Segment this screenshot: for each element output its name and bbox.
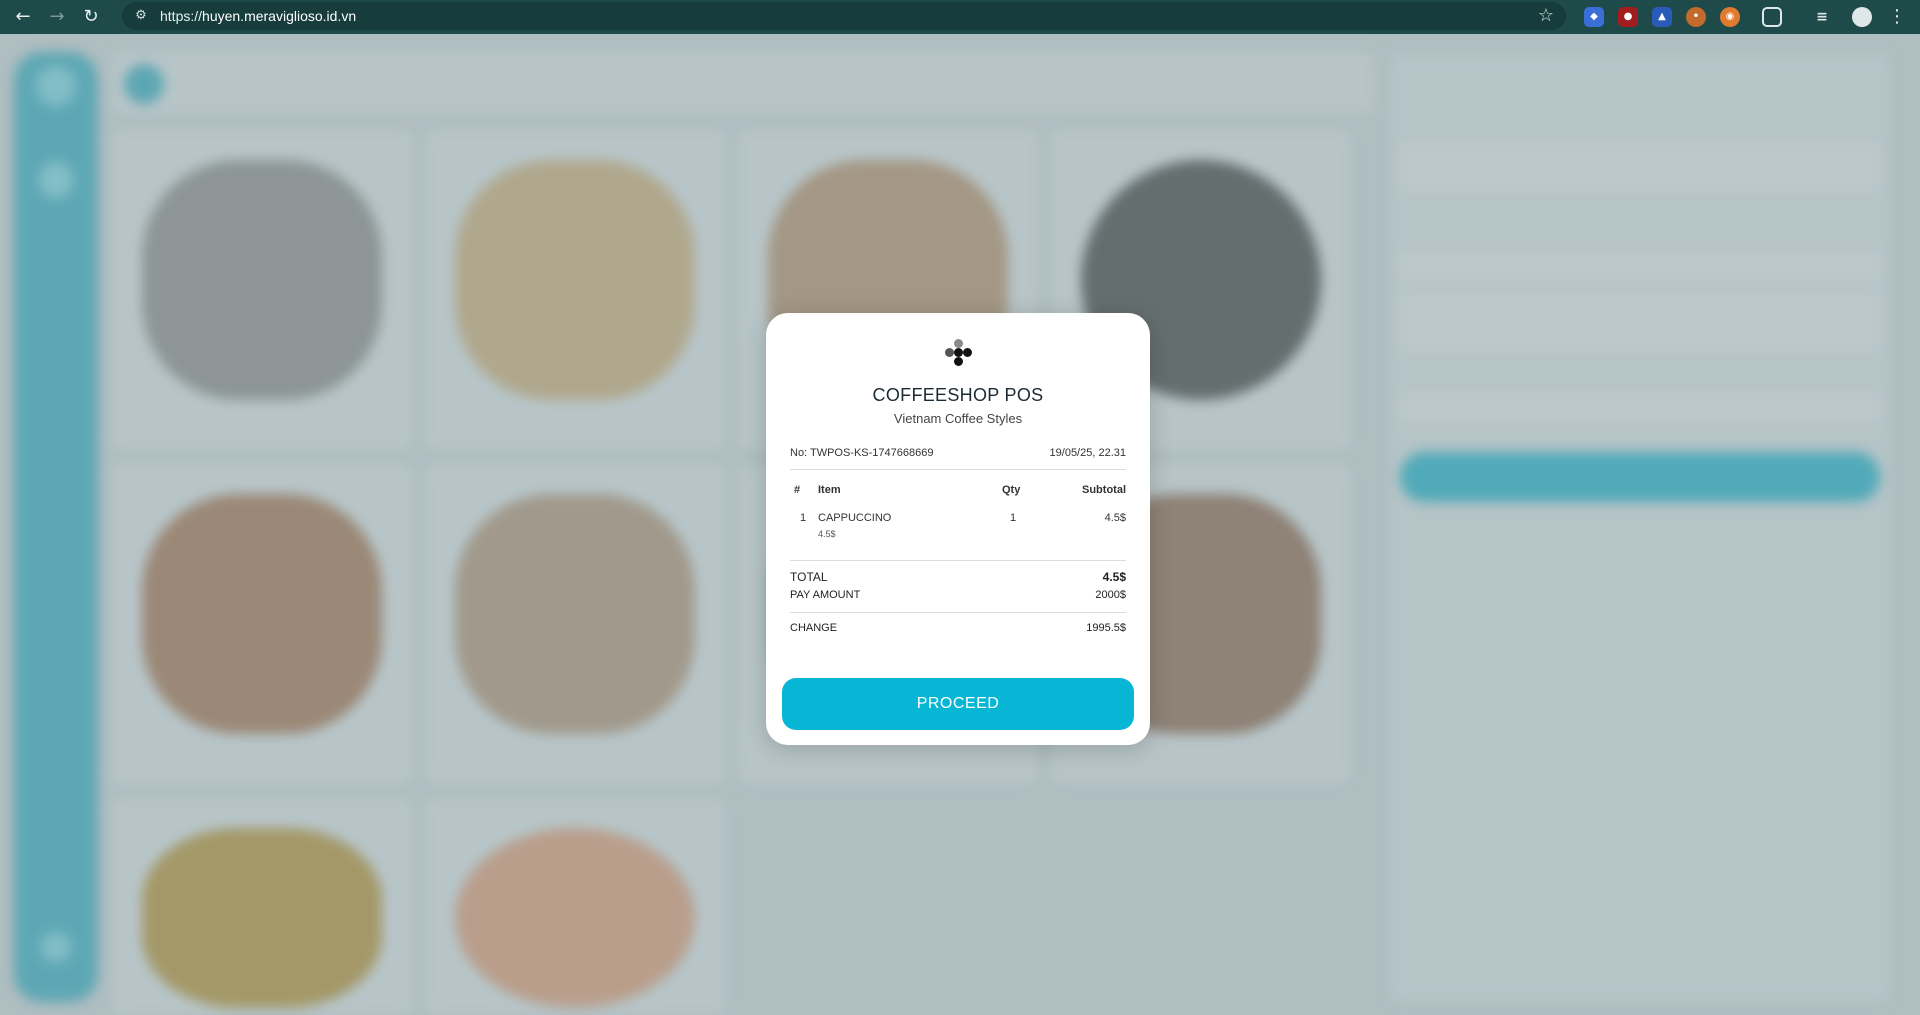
row-subtotal: 4.5$ xyxy=(1104,512,1126,524)
extension-cookie-icon[interactable]: • xyxy=(1686,7,1706,27)
proceed-button[interactable]: PROCEED xyxy=(782,678,1134,730)
extensions-puzzle-icon[interactable] xyxy=(1762,7,1782,27)
back-icon[interactable]: ← xyxy=(12,6,34,28)
extension-p-icon[interactable]: ◉ xyxy=(1720,7,1740,27)
extension-shield-icon[interactable]: ◆ xyxy=(1584,7,1604,27)
col-item-header: Item xyxy=(818,484,841,496)
coffeeshop-logo-icon xyxy=(942,337,976,371)
extension-ublock-icon[interactable]: ● xyxy=(1618,7,1638,27)
browser-toolbar: ← → ↻ ⚙ https://huyen.meraviglioso.id.vn… xyxy=(0,0,1920,34)
browser-menu-icon[interactable]: ⋮ xyxy=(1886,6,1908,28)
site-info-icon[interactable]: ⚙ xyxy=(132,7,150,25)
receipt-meta: No: TWPOS-KS-1747668669 19/05/25, 22.31 xyxy=(790,447,1126,459)
url-text[interactable]: https://huyen.meraviglioso.id.vn xyxy=(160,8,356,24)
reload-icon[interactable]: ↻ xyxy=(80,6,102,28)
col-index-header: # xyxy=(794,484,801,496)
order-datetime: 19/05/25, 22.31 xyxy=(1049,447,1126,459)
receipt-title: COFFEESHOP POS xyxy=(872,385,1044,405)
extension-j-icon[interactable]: ▲ xyxy=(1652,7,1672,27)
total-value: 4.5$ xyxy=(1102,570,1126,584)
row-qty: 1 xyxy=(1010,512,1017,524)
url-host: huyen.meraviglioso.id.vn xyxy=(202,8,357,24)
receipt-subtitle: Vietnam Coffee Styles xyxy=(893,411,1023,426)
divider xyxy=(790,612,1126,613)
row-unit-price: 4.5$ xyxy=(818,529,836,539)
change-label: CHANGE xyxy=(790,622,838,634)
divider xyxy=(790,560,1126,561)
pay-amount-label: PAY AMOUNT xyxy=(790,589,861,601)
pay-amount-value: 2000$ xyxy=(1095,589,1126,601)
url-scheme: https:// xyxy=(160,8,203,24)
row-index: 1 xyxy=(800,512,807,524)
change-value: 1995.5$ xyxy=(1086,622,1126,634)
media-control-icon[interactable]: ≡ xyxy=(1812,7,1832,27)
receipt-modal: COFFEESHOP POS Vietnam Coffee Styles No:… xyxy=(766,313,1150,745)
order-number: No: TWPOS-KS-1747668669 xyxy=(790,447,934,459)
profile-avatar[interactable] xyxy=(1852,7,1872,27)
forward-icon[interactable]: → xyxy=(46,6,68,28)
address-bar[interactable]: ⚙ https://huyen.meraviglioso.id.vn ☆ xyxy=(122,2,1566,30)
row-item-name: CAPPUCCINO xyxy=(818,512,892,524)
col-subtotal-header: Subtotal xyxy=(1082,484,1126,496)
divider xyxy=(790,469,1126,470)
total-label: TOTAL xyxy=(790,570,828,584)
col-qty-header: Qty xyxy=(1002,484,1021,496)
bookmark-star-icon[interactable]: ☆ xyxy=(1538,5,1554,26)
